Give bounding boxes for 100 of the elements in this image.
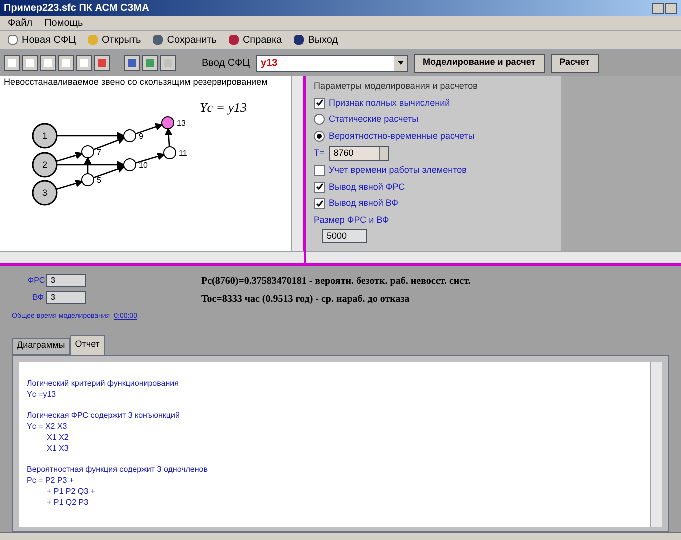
node-label: 2 [42, 160, 48, 170]
tool-button[interactable] [58, 55, 74, 71]
result-text: Toc=8333 час (0.9513 год) - ср. нараб. до отказа [201, 293, 411, 307]
toolbar-button[interactable]: Открыть [88, 32, 142, 48]
dropdown-arrow-icon [398, 61, 404, 65]
option-label: Вероятностно-временные расчеты [329, 130, 475, 143]
report-line: Yc = X2 X3 [27, 420, 68, 432]
result-text: Pc(8760)=0.37583470181 - вероятн. безотк. раб. невосст. сист. [201, 275, 471, 289]
tool-button[interactable] [142, 55, 158, 71]
tool-button[interactable] [4, 55, 20, 71]
vertical-scrollbar[interactable] [291, 76, 303, 254]
count-label: ФРС [28, 274, 44, 286]
formula: Yc = y13 [200, 99, 248, 117]
check-icon [316, 99, 324, 108]
input-node[interactable] [32, 123, 58, 149]
tool-icon [128, 59, 136, 67]
action-button[interactable]: Расчет [550, 54, 599, 72]
gate-node[interactable] [82, 146, 94, 158]
size-field[interactable]: 5000 [322, 229, 367, 243]
report-line: Pc = P2 P3 + [27, 474, 76, 486]
vertical-scrollbar[interactable] [650, 362, 662, 527]
tool-icon [80, 59, 88, 67]
report-line: + P1 P2 Q3 + [46, 486, 96, 496]
report-heading: Логическая ФРС содержит 3 конъюнкций [27, 410, 181, 420]
input-label: Ввод СФЦ [202, 56, 250, 70]
node-label: 7 [97, 148, 102, 157]
radio-button[interactable] [314, 130, 325, 142]
toolbar-icon [8, 35, 18, 45]
report-line: X1 X2 [46, 432, 70, 442]
node-label: 5 [97, 176, 102, 185]
report-line: X1 X3 [46, 442, 70, 454]
input-node[interactable] [32, 180, 58, 206]
field-label: Размер ФРС и ВФ [314, 214, 390, 227]
radio-button[interactable] [314, 114, 325, 126]
output-node[interactable] [162, 116, 174, 130]
option-label: Учет времени работы элементов [329, 164, 467, 177]
params-title: Параметры моделирования и расчетов [314, 80, 479, 93]
action-button[interactable]: Моделирование и расчет [414, 54, 545, 72]
menu-item[interactable]: Файл [8, 16, 33, 30]
option-label: Признак полных вычислений [329, 96, 450, 110]
option-label: Вывод явной ФРС [329, 180, 406, 194]
menu-item[interactable]: Помощь [44, 16, 84, 30]
scheme-input-field[interactable]: y13 [256, 54, 408, 72]
checkbox[interactable] [314, 182, 325, 193]
tool-icon [98, 59, 106, 67]
tool-button[interactable] [94, 55, 110, 71]
toolbar-button[interactable]: Новая СФЦ [8, 32, 76, 48]
report-line: + P1 Q2 P3 [46, 496, 90, 508]
toolbar-icon [228, 35, 239, 45]
node-label: 11 [179, 149, 188, 158]
tool-icon [44, 59, 52, 67]
horizontal-scrollbar[interactable] [0, 251, 304, 263]
count-field: 3 [46, 274, 86, 287]
node-label: 10 [139, 161, 148, 170]
spin-field[interactable]: 8760 [328, 146, 389, 161]
toolbar-button[interactable]: Сохранить [153, 32, 217, 48]
node-label: 9 [139, 132, 144, 141]
minimize-button[interactable] [652, 2, 664, 14]
spin-arrows-icon[interactable] [378, 147, 388, 160]
tool-icon [62, 59, 70, 67]
node-label: 1 [42, 131, 48, 141]
option-label: Статические расчеты [329, 113, 419, 126]
connector-arrow [136, 152, 166, 164]
dropdown-button[interactable] [394, 56, 408, 70]
tool-button[interactable] [22, 55, 38, 71]
window-title: Пример223.sfc ПК АСМ СЗМА [4, 2, 150, 16]
gate-node[interactable] [82, 174, 94, 186]
count-label: ВФ [32, 292, 44, 304]
tab[interactable]: Отчет [70, 334, 105, 354]
toolbar-icon [294, 35, 304, 45]
report-line: Yc =y13 [27, 388, 58, 400]
tool-button[interactable] [160, 55, 176, 71]
checkbox[interactable] [314, 198, 325, 210]
tool-icon [8, 59, 16, 67]
tool-button[interactable] [76, 55, 92, 71]
tab[interactable]: Диаграммы [12, 338, 70, 354]
report-heading: Логический критерий функционирования [27, 378, 180, 388]
tool-button[interactable] [40, 55, 56, 71]
gate-node[interactable] [164, 146, 176, 160]
field-label: T= [314, 146, 325, 160]
input-node[interactable] [32, 152, 58, 178]
connector-arrow [56, 180, 84, 190]
report-heading: Вероятностная функция содержит 3 одночленов [27, 464, 209, 474]
checkbox[interactable] [314, 165, 325, 176]
tool-icon [146, 59, 154, 67]
node-label: 13 [177, 119, 186, 128]
option-label: Вывод явной ВФ [329, 197, 398, 210]
toolbar-button[interactable]: Справка [228, 32, 282, 48]
tool-icon [26, 59, 34, 67]
toolbar-icon [88, 35, 98, 45]
checkbox[interactable] [314, 98, 325, 109]
horizontal-scrollbar[interactable] [306, 251, 681, 263]
maximize-button[interactable] [665, 2, 677, 14]
gate-node[interactable] [124, 130, 136, 142]
tool-button[interactable] [124, 55, 140, 71]
gate-node[interactable] [124, 158, 136, 172]
node-label: 3 [42, 188, 48, 198]
count-field: 3 [46, 291, 86, 304]
toolbar-icon [153, 35, 164, 45]
toolbar-button[interactable]: Выход [294, 32, 338, 48]
